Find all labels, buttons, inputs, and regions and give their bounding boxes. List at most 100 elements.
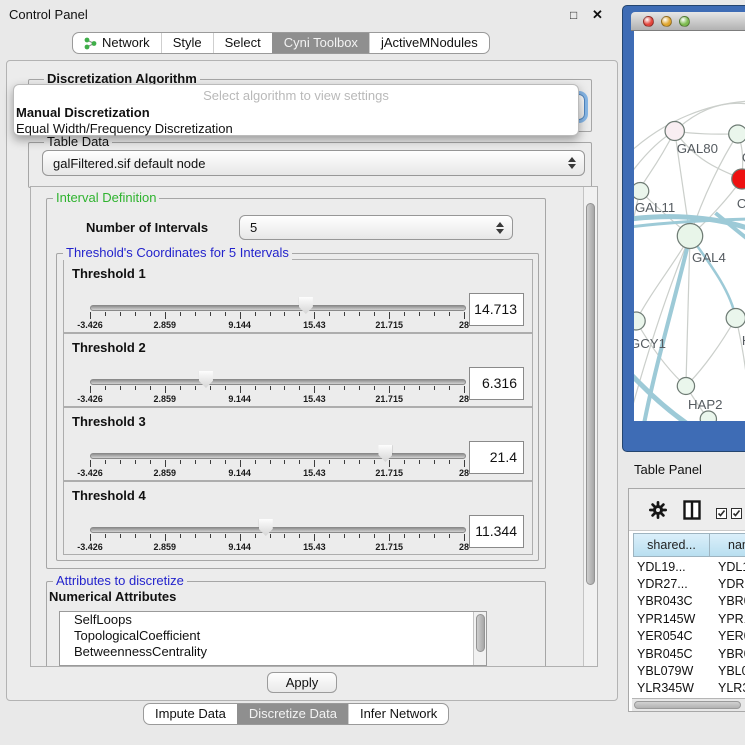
window-close-icon[interactable]: ✕ xyxy=(592,7,603,23)
tab-cyni-toolbox[interactable]: Cyni Toolbox xyxy=(272,33,369,53)
network-node-label: GAL80 xyxy=(677,141,718,156)
network-node[interactable] xyxy=(700,411,716,421)
attributes-scrollbar[interactable] xyxy=(473,612,486,665)
shared-name-cell[interactable]: YER054C xyxy=(633,629,710,643)
table-row[interactable]: YPR145WYPR145W xyxy=(633,610,745,627)
attributes-scrollbar-thumb[interactable] xyxy=(476,614,485,652)
tab-infer-network[interactable]: Infer Network xyxy=(348,704,448,724)
apply-button[interactable]: Apply xyxy=(267,672,337,693)
threshold-slider-track[interactable] xyxy=(90,305,466,311)
threshold-value-field[interactable]: 11.344 xyxy=(469,515,524,548)
slider-tick xyxy=(314,534,315,541)
slider-scale-label: 2.859 xyxy=(154,542,177,552)
network-node[interactable] xyxy=(729,125,745,143)
attribute-item[interactable]: SelfLoops xyxy=(60,612,486,628)
shared-name-cell[interactable]: YBR043C xyxy=(633,594,710,608)
network-node[interactable] xyxy=(634,312,645,330)
threshold-value-field[interactable]: 21.4 xyxy=(469,441,524,474)
threshold-slider-track[interactable] xyxy=(90,379,466,385)
shared-name-cell[interactable]: YBR045C xyxy=(633,647,710,661)
number-of-intervals-combo[interactable]: 5 xyxy=(239,215,513,240)
threshold-row: Threshold 3-3.4262.8599.14415.4321.71528… xyxy=(63,407,533,481)
network-edge[interactable] xyxy=(634,131,675,186)
column-header-name[interactable]: name xyxy=(709,533,745,557)
close-traffic-light-icon[interactable] xyxy=(643,16,654,27)
table-row[interactable]: YER054CYER054C xyxy=(633,628,745,645)
threshold-slider-thumb[interactable] xyxy=(259,519,273,536)
threshold-value-field[interactable]: 14.713 xyxy=(469,293,524,326)
tab-network[interactable]: Network xyxy=(73,33,161,53)
slider-tick xyxy=(344,312,345,316)
name-cell[interactable]: YDR27... xyxy=(710,577,745,591)
numerical-attributes-list[interactable]: SelfLoopsTopologicalCoefficientBetweenne… xyxy=(59,611,487,666)
threshold-slider-thumb[interactable] xyxy=(199,371,213,388)
table-panel-title: Table Panel xyxy=(634,462,702,477)
table-row[interactable]: YBR043CYBR043C xyxy=(633,593,745,610)
name-cell[interactable]: YDL19... xyxy=(710,560,745,574)
gear-icon[interactable] xyxy=(649,501,667,524)
tab-impute-data[interactable]: Impute Data xyxy=(144,704,237,724)
slider-tick xyxy=(165,312,166,319)
zoom-traffic-light-icon[interactable] xyxy=(679,16,690,27)
network-edge[interactable] xyxy=(690,236,736,318)
network-node[interactable] xyxy=(665,122,684,141)
network-node[interactable] xyxy=(726,309,745,328)
name-cell[interactable]: YBR043C xyxy=(710,594,745,608)
threshold-slider-thumb[interactable] xyxy=(378,445,392,462)
name-cell[interactable]: YBR045C xyxy=(710,647,745,661)
network-graph[interactable]: GAL80GACGAL11GAL4GCY1HHAP2 xyxy=(634,31,745,421)
dropdown-item-equal-width[interactable]: Equal Width/Frequency Discretization xyxy=(16,121,578,136)
table-row[interactable]: YDL19...YDL19... xyxy=(633,558,745,575)
network-window-titlebar[interactable] xyxy=(631,12,745,31)
table-row[interactable]: YBL079WYBL079W xyxy=(633,662,745,679)
tab-jactivemnodules[interactable]: jActiveMNodules xyxy=(369,33,489,53)
table-row[interactable]: YLR345WYLR345W xyxy=(633,680,745,697)
threshold-slider-thumb[interactable] xyxy=(299,297,313,314)
slider-tick xyxy=(419,534,420,538)
threshold-slider-track[interactable] xyxy=(90,527,466,533)
slider-tick xyxy=(255,534,256,538)
name-cell[interactable]: YBL079W xyxy=(710,664,745,678)
threshold-value-field[interactable]: 6.316 xyxy=(469,367,524,400)
network-edge[interactable] xyxy=(686,318,736,386)
shared-name-cell[interactable]: YDR27... xyxy=(633,577,710,591)
table-row[interactable]: YBR045CYBR045C xyxy=(633,645,745,662)
attribute-item[interactable]: BetweennessCentrality xyxy=(60,644,486,660)
column-header-shared-name[interactable]: shared... xyxy=(633,533,710,557)
network-node[interactable] xyxy=(634,183,649,200)
table-hscrollbar[interactable] xyxy=(632,698,745,711)
network-node[interactable] xyxy=(677,378,694,395)
tab-select[interactable]: Select xyxy=(213,33,272,53)
slider-tick xyxy=(434,312,435,316)
settings-scrollbar-thumb[interactable] xyxy=(586,203,595,585)
table-hscrollbar-thumb[interactable] xyxy=(634,701,741,709)
slider-tick xyxy=(150,386,151,390)
combo-stepper-icon xyxy=(568,157,576,169)
split-column-icon[interactable] xyxy=(683,500,701,525)
settings-scrollbar[interactable] xyxy=(583,187,597,666)
slider-scale-label: 15.43 xyxy=(303,320,326,330)
attribute-item[interactable]: TopologicalCoefficient xyxy=(60,628,486,644)
network-node[interactable] xyxy=(677,224,702,249)
threshold-slider-track[interactable] xyxy=(90,453,466,459)
tab-style[interactable]: Style xyxy=(161,33,213,53)
name-cell[interactable]: YPR145W xyxy=(710,612,745,626)
minimize-traffic-light-icon[interactable] xyxy=(661,16,672,27)
window-float-icon[interactable]: □ xyxy=(570,8,577,22)
dropdown-item-manual[interactable]: Manual Discretization xyxy=(16,105,578,120)
tab-discretize-data[interactable]: Discretize Data xyxy=(237,704,348,724)
network-canvas[interactable]: GAL80GACGAL11GAL4GCY1HHAP2 xyxy=(634,31,745,421)
name-cell[interactable]: YER054C xyxy=(710,629,745,643)
checkbox-icon[interactable] xyxy=(716,506,727,524)
slider-scale-label: 21.715 xyxy=(375,394,403,404)
shared-name-cell[interactable]: YBL079W xyxy=(633,664,710,678)
network-node[interactable] xyxy=(732,169,745,189)
checkbox-icon[interactable] xyxy=(731,506,742,524)
tab-label: jActiveMNodules xyxy=(381,33,478,53)
table-row[interactable]: YDR27...YDR27... xyxy=(633,575,745,592)
name-cell[interactable]: YLR345W xyxy=(710,681,745,695)
shared-name-cell[interactable]: YDL19... xyxy=(633,560,710,574)
table-data-combo[interactable]: galFiltered.sif default node xyxy=(42,150,585,176)
shared-name-cell[interactable]: YPR145W xyxy=(633,612,710,626)
shared-name-cell[interactable]: YLR345W xyxy=(633,681,710,695)
